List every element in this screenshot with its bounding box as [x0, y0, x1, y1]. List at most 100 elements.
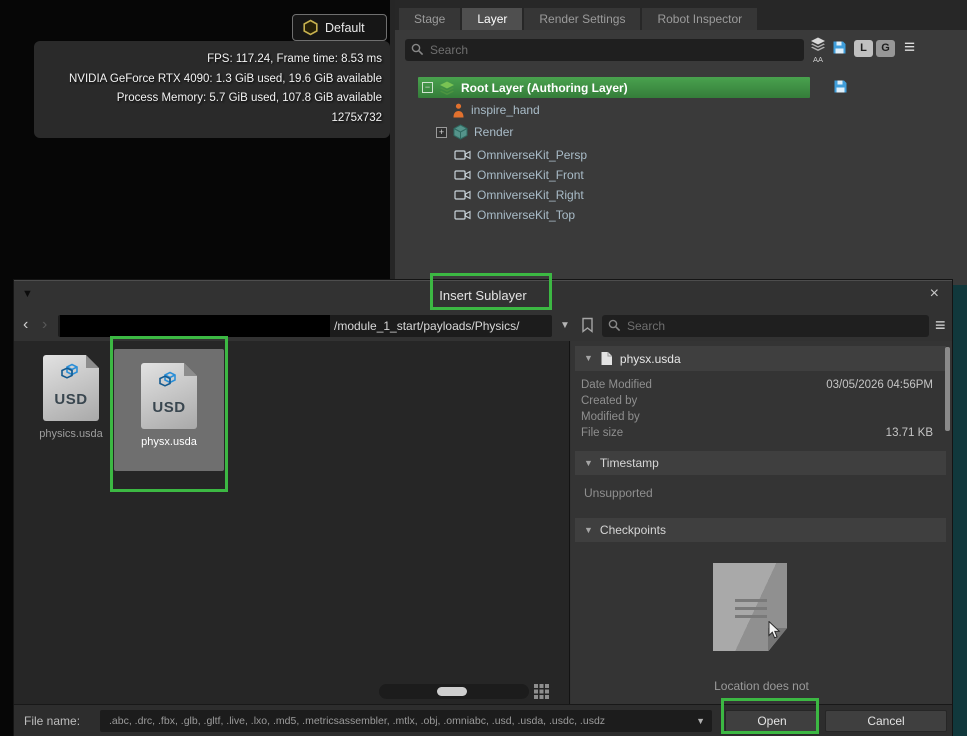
save-all-layers-button[interactable] — [832, 40, 847, 60]
icon-size-slider[interactable] — [379, 684, 529, 699]
timestamp-value: Unsupported — [584, 486, 653, 500]
tree-row-omniversekit-right[interactable]: OmniverseKit_Right — [395, 185, 967, 205]
file-name-input[interactable]: .abc, .drc, .fbx, .glb, .gltf, .live, .l… — [100, 710, 712, 732]
mouse-cursor-icon — [768, 621, 781, 644]
cancel-button[interactable]: Cancel — [825, 710, 947, 732]
details-file-name: physx.usda — [620, 352, 681, 366]
aa-label: AA — [808, 56, 828, 64]
layer-aa-toggle[interactable]: AA — [808, 37, 828, 64]
tab-robot-inspector[interactable]: Robot Inspector — [642, 8, 757, 30]
tree-row-root-layer[interactable]: − Root Layer (Authoring Layer) — [418, 77, 810, 98]
chevron-down-icon: ▼ — [584, 459, 593, 468]
layer-toolbar: AA L G ≡ — [395, 30, 967, 66]
save-icon — [833, 79, 848, 94]
tree-item-label: Render — [474, 125, 513, 139]
stat-memory: Process Memory: 5.7 GiB used, 107.8 GiB … — [36, 89, 382, 109]
layer-options-menu-icon[interactable]: ≡ — [904, 38, 915, 57]
back-icon[interactable]: ‹ — [23, 315, 28, 335]
path-dropdown-icon[interactable]: ▼ — [560, 321, 570, 331]
annotation-box-insert-sublayer — [430, 273, 552, 310]
root-layer-label: Root Layer (Authoring Layer) — [461, 81, 628, 95]
dialog-options-menu-icon[interactable]: ≡ — [935, 316, 946, 335]
property-row: Date Modified 03/05/2026 04:56PM — [581, 379, 933, 395]
tree-row-inspire-hand[interactable]: inspire_hand — [395, 100, 967, 120]
prim-figure-icon — [452, 103, 465, 118]
chevron-down-icon: ▼ — [584, 354, 593, 363]
file-list: USD physics.usda USD physx.usda — [14, 341, 570, 705]
layer-tree: − Root Layer (Authoring Layer) inspire_h… — [395, 66, 967, 285]
camera-icon — [454, 209, 471, 221]
file-properties: Date Modified 03/05/2026 04:56PM Created… — [581, 379, 933, 443]
annotation-box-physx-file — [110, 336, 228, 492]
panel-tab-bar: Stage Layer Render Settings Robot Inspec… — [395, 0, 967, 30]
dialog-search-input[interactable] — [602, 315, 929, 337]
tree-row-omniversekit-front[interactable]: OmniverseKit_Front — [395, 165, 967, 185]
usd-file-icon: USD — [43, 355, 99, 421]
app-screen: Default FPS: 117.24, Frame time: 8.53 ms… — [0, 0, 967, 736]
file-details-panel: ▼ physx.usda Date Modified 03/05/2026 04… — [571, 341, 952, 705]
camera-icon — [454, 189, 471, 201]
expand-expander-icon[interactable]: + — [436, 127, 447, 138]
layer-panel: Stage Layer Render Settings Robot Inspec… — [395, 0, 967, 285]
document-icon — [600, 351, 613, 366]
camera-icon — [454, 149, 471, 161]
tree-item-label: OmniverseKit_Front — [477, 168, 584, 182]
usd-cubes-logo-icon — [58, 361, 84, 383]
layer-search — [405, 39, 804, 61]
layers-icon — [810, 37, 826, 51]
scope-cube-icon — [453, 124, 468, 140]
tree-item-label: OmniverseKit_Persp — [477, 148, 587, 162]
tab-stage[interactable]: Stage — [399, 8, 460, 30]
viewport: Default FPS: 117.24, Frame time: 8.53 ms… — [0, 0, 390, 282]
checkpoints-empty-text: Location does not — [571, 679, 952, 693]
details-scrollbar-thumb[interactable] — [945, 347, 950, 431]
local-layers-toggle[interactable]: L — [854, 40, 873, 57]
usd-icon-label: USD — [43, 391, 99, 408]
stat-fps: FPS: 117.24, Frame time: 8.53 ms — [36, 50, 382, 70]
save-root-layer-button[interactable] — [833, 79, 848, 99]
camera-icon — [454, 169, 471, 181]
checkpoints-section-header[interactable]: ▼ Checkpoints — [575, 518, 946, 542]
file-name-label: File name: — [24, 714, 80, 728]
slider-thumb[interactable] — [437, 687, 467, 696]
root-layer-icon — [439, 81, 455, 95]
tree-item-label: OmniverseKit_Top — [477, 208, 575, 222]
grid-view-icon[interactable] — [534, 684, 550, 700]
dialog-search — [602, 315, 929, 337]
tree-row-render[interactable]: + Render — [395, 122, 967, 142]
forward-icon[interactable]: › — [42, 315, 47, 335]
global-layers-toggle[interactable]: G — [876, 40, 895, 57]
property-row: Created by — [581, 395, 933, 411]
path-redacted-segment — [60, 315, 330, 337]
stat-resolution: 1275x732 — [36, 109, 382, 129]
bookmark-button[interactable] — [581, 317, 594, 338]
tree-row-omniversekit-top[interactable]: OmniverseKit_Top — [395, 205, 967, 225]
viewport-stats-overlay: FPS: 117.24, Frame time: 8.53 ms NVIDIA … — [34, 41, 390, 138]
file-types-text: .abc, .drc, .fbx, .glb, .gltf, .live, .l… — [109, 715, 688, 727]
tree-item-label: inspire_hand — [471, 103, 540, 117]
file-name-label: physics.usda — [32, 428, 110, 440]
property-row: File size 13.71 KB — [581, 427, 933, 443]
file-types-dropdown-icon[interactable]: ▼ — [696, 717, 705, 726]
renderer-default-button[interactable]: Default — [292, 14, 387, 41]
stat-gpu: NVIDIA GeForce RTX 4090: 1.3 GiB used, 1… — [36, 70, 382, 90]
chevron-down-icon: ▼ — [584, 526, 593, 535]
collapse-expander-icon[interactable]: − — [422, 82, 433, 93]
tree-item-label: OmniverseKit_Right — [477, 188, 584, 202]
save-icon — [832, 40, 847, 55]
default-button-label: Default — [325, 21, 365, 35]
tab-render-settings[interactable]: Render Settings — [524, 8, 640, 30]
viewport-left-edge — [0, 282, 14, 736]
close-icon[interactable]: × — [930, 286, 939, 302]
details-file-header[interactable]: ▼ physx.usda — [575, 346, 946, 371]
file-tile-physics-usda[interactable]: USD physics.usda — [32, 355, 110, 440]
path-text: /module_1_start/payloads/Physics/ — [334, 319, 519, 333]
tree-row-omniversekit-persp[interactable]: OmniverseKit_Persp — [395, 145, 967, 165]
bookmark-icon — [581, 317, 594, 333]
annotation-box-open-button — [721, 698, 819, 734]
path-input[interactable]: /module_1_start/payloads/Physics/ — [58, 315, 552, 337]
tab-layer[interactable]: Layer — [462, 8, 522, 30]
timestamp-section-header[interactable]: ▼ Timestamp — [575, 451, 946, 475]
layer-search-input[interactable] — [405, 39, 804, 61]
property-row: Modified by — [581, 411, 933, 427]
